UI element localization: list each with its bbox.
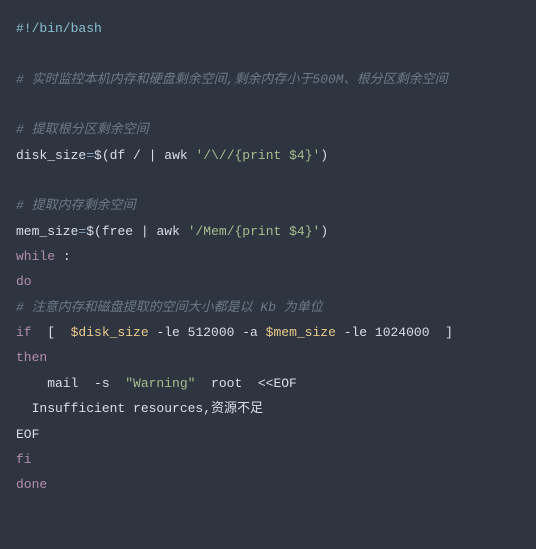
dollar-open: $( (94, 148, 110, 163)
le-op-1: -le 512000 -a (149, 325, 266, 340)
assign-op: = (86, 148, 94, 163)
ref-disk-size: $disk_size (71, 325, 149, 340)
kw-then: then (16, 350, 47, 365)
kw-if: if (16, 325, 32, 340)
cmd-free: free (102, 224, 141, 239)
ref-mem-size: $mem_size (266, 325, 336, 340)
kw-while: while (16, 249, 55, 264)
mail-pre: mail -s (16, 376, 125, 391)
awk-pattern-disk: '/\//{print $4}' (195, 148, 320, 163)
colon: : (55, 249, 71, 264)
var-mem-size: mem_size (16, 224, 78, 239)
close-paren-2: ) (320, 224, 328, 239)
resource-line: Insufficient resources,资源不足 (16, 401, 263, 416)
code-block: #!/bin/bash # 实时监控本机内存和硬盘剩余空间,剩余内存小于500M… (16, 16, 520, 498)
cmd-awk-1: awk (156, 148, 195, 163)
mail-post: root <<EOF (195, 376, 296, 391)
dollar-open-2: $( (86, 224, 102, 239)
var-disk-size: disk_size (16, 148, 86, 163)
eof-marker: EOF (16, 427, 39, 442)
close-paren-1: ) (320, 148, 328, 163)
cmd-df: df / (110, 148, 149, 163)
kw-fi: fi (16, 452, 32, 467)
pipe-2: | (141, 224, 149, 239)
comment-mem: # 提取内存剩余空间 (16, 198, 136, 213)
le-op-2: -le 1024000 ] (336, 325, 453, 340)
comment-kb: # 注意内存和磁盘提取的空间大小都是以 Kb 为单位 (16, 300, 323, 315)
shebang: #!/bin/bash (16, 21, 102, 36)
kw-do: do (16, 274, 32, 289)
cmd-awk-2: awk (149, 224, 188, 239)
lbracket: [ (32, 325, 71, 340)
kw-done: done (16, 477, 47, 492)
comment-description: # 实时监控本机内存和硬盘剩余空间,剩余内存小于500M、根分区剩余空间 (16, 72, 448, 87)
mail-warning-str: "Warning" (125, 376, 195, 391)
awk-pattern-mem: '/Mem/{print $4}' (188, 224, 321, 239)
comment-disk: # 提取根分区剩余空间 (16, 122, 149, 137)
